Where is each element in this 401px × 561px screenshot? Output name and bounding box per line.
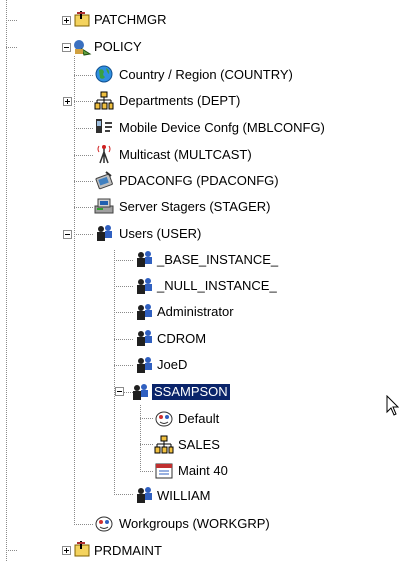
tree-line — [114, 312, 134, 313]
globe-icon — [95, 65, 113, 83]
tree-line — [6, 20, 18, 21]
expand-toggle[interactable] — [63, 97, 72, 106]
server-stager-icon — [94, 198, 114, 214]
tree-line — [74, 524, 94, 525]
tree-line — [74, 207, 94, 208]
tree-line — [6, 0, 7, 561]
mobile-config-icon — [96, 119, 112, 133]
tree-node-label: WILLIAM — [157, 488, 211, 503]
user-icon — [137, 487, 152, 503]
user-icon — [137, 251, 152, 267]
tree-node-label: Default — [178, 411, 220, 426]
user-icon — [137, 330, 152, 346]
tree-node-label: Maint 40 — [178, 463, 228, 478]
org-chart-icon — [94, 91, 114, 110]
tree-line — [74, 56, 75, 526]
tree-node-label: Administrator — [157, 304, 234, 319]
antenna-icon — [97, 145, 111, 164]
policy-icon — [74, 40, 92, 56]
tree-line — [114, 286, 134, 287]
tree-line — [114, 365, 134, 366]
tree-node-label: POLICY — [94, 39, 142, 54]
tree-node-label: Multicast (MULTCAST) — [119, 147, 252, 162]
tree-node-label: Server Stagers (STAGER) — [119, 199, 271, 214]
tree-line — [74, 155, 94, 156]
folder-tools-icon — [74, 11, 90, 27]
tree-line — [140, 405, 141, 473]
calendar-icon — [155, 463, 173, 479]
tree-node-label: PDACONFG (PDACONFG) — [119, 173, 279, 188]
tree-line — [140, 418, 154, 419]
folder-tools-icon — [74, 541, 90, 557]
user-icon — [137, 357, 152, 373]
tree-line — [6, 47, 18, 48]
workgroup-icon — [155, 411, 173, 427]
tree-line — [114, 339, 134, 340]
user-icon — [133, 384, 148, 400]
user-icon — [137, 304, 152, 320]
collapse-toggle[interactable] — [115, 387, 124, 396]
tree-line — [140, 471, 154, 472]
user-icon — [137, 278, 152, 294]
tree-node-label: _NULL_INSTANCE_ — [157, 278, 277, 293]
tree-node-label: Users (USER) — [119, 226, 202, 241]
collapse-toggle[interactable] — [62, 43, 71, 52]
tree-line — [74, 128, 94, 129]
tree-node-label: PATCHMGR — [94, 12, 167, 27]
org-chart-icon — [154, 435, 174, 454]
expand-toggle[interactable] — [62, 546, 71, 555]
users-icon — [97, 225, 112, 241]
tree-node-label: JoeD — [157, 357, 188, 372]
tree-line — [140, 444, 154, 445]
tree-node-label: Country / Region (COUNTRY) — [119, 67, 293, 82]
tree-line — [74, 101, 94, 102]
collapse-toggle[interactable] — [63, 230, 72, 239]
tree-line — [74, 181, 94, 182]
mouse-cursor-icon — [386, 395, 400, 416]
tree-node-label: _BASE_INSTANCE_ — [157, 252, 279, 267]
tree-node-label: CDROM — [157, 331, 207, 346]
pda-icon — [95, 171, 113, 190]
tree-node-label: Workgroups (WORKGRP) — [119, 516, 270, 531]
tree-node-label: PRDMAINT — [94, 543, 162, 558]
tree-node-label: SSAMPSON — [151, 383, 231, 401]
tree-line — [74, 75, 94, 76]
tree-line — [74, 234, 94, 235]
tree-line — [114, 260, 134, 261]
tree-node-label: SALES — [178, 437, 220, 452]
tree-node-label: Departments (DEPT) — [119, 93, 241, 108]
tree-node-label: Mobile Device Confg (MBLCONFG) — [119, 120, 325, 135]
tree-line — [114, 494, 134, 495]
workgroup-icon — [95, 516, 113, 532]
expand-toggle[interactable] — [62, 16, 71, 25]
tree-line — [6, 550, 18, 551]
